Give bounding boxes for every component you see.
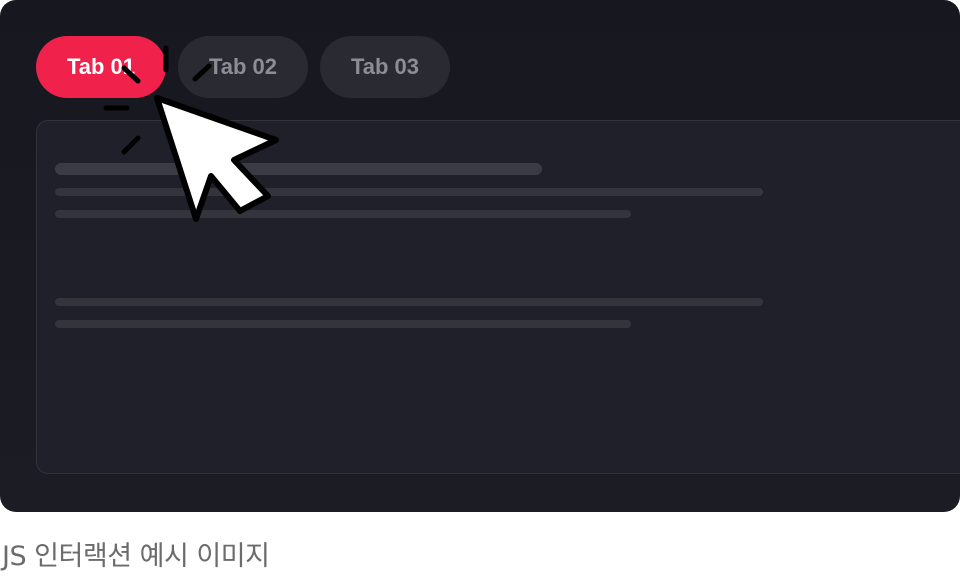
tab-03[interactable]: Tab 03 <box>320 36 450 98</box>
tab-02[interactable]: Tab 02 <box>178 36 308 98</box>
skeleton-text-line <box>55 188 763 196</box>
tab-content-panel <box>36 120 960 474</box>
demo-frame: Tab 01 Tab 02 Tab 03 <box>0 0 960 512</box>
skeleton-text-line <box>55 298 763 306</box>
skeleton-text-line <box>55 210 631 218</box>
skeleton-title-line <box>55 163 542 175</box>
skeleton-text-line <box>55 320 631 328</box>
tab-01[interactable]: Tab 01 <box>36 36 166 98</box>
tab-bar: Tab 01 Tab 02 Tab 03 <box>36 36 450 98</box>
image-caption: JS 인터랙션 예시 이미지 <box>2 541 270 572</box>
